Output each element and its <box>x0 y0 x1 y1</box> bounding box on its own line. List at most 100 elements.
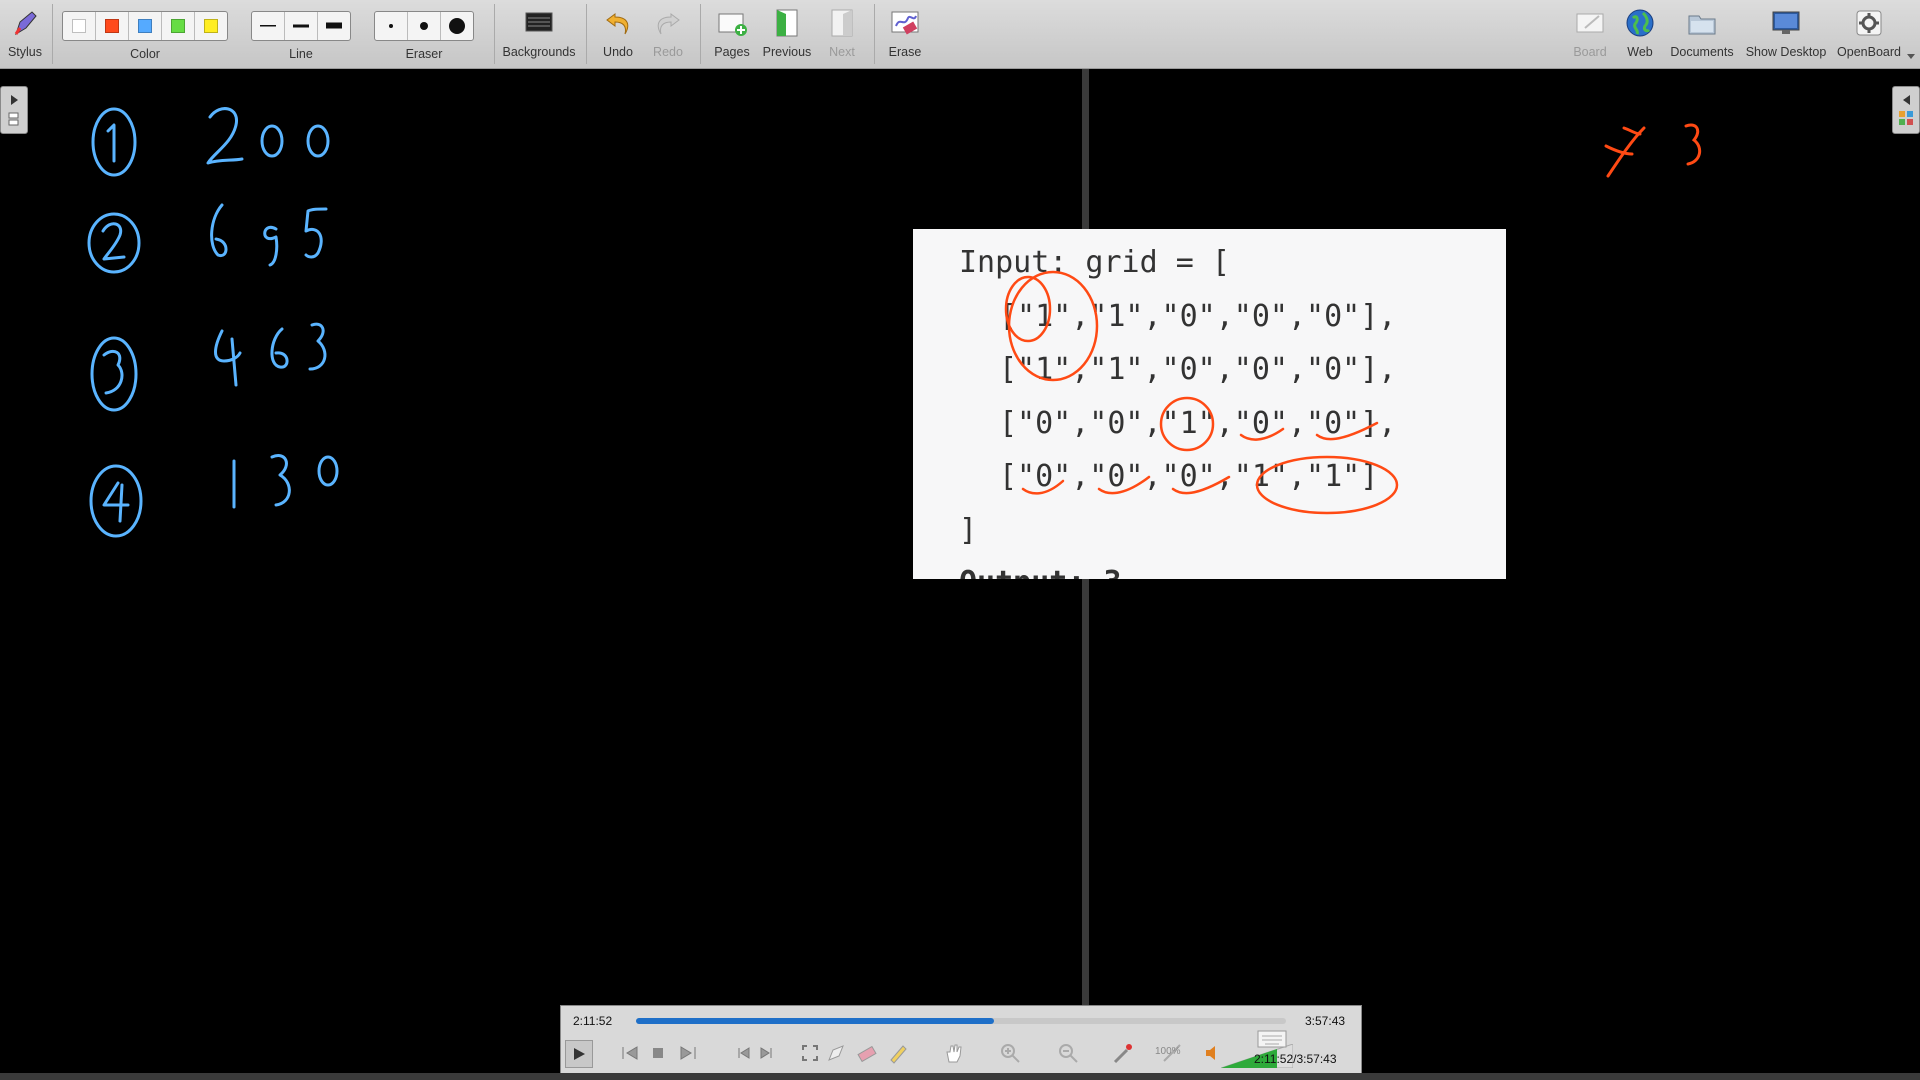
skip-back-icon <box>622 1046 638 1060</box>
ink-6 <box>210 203 228 258</box>
ink-6b <box>270 327 289 369</box>
keyboard-button[interactable] <box>1257 1030 1287 1048</box>
hand-icon <box>946 1044 962 1063</box>
digit-1-ink <box>106 123 116 163</box>
previous-page-icon <box>772 8 802 38</box>
ink-3b <box>270 454 291 507</box>
tick-zero-3 <box>1021 479 1065 495</box>
separator <box>494 4 495 64</box>
redo-icon <box>653 8 683 38</box>
line-thick-button[interactable] <box>318 12 350 40</box>
separator <box>52 4 53 64</box>
pages-button[interactable]: Pages <box>712 0 752 68</box>
swatch-green <box>171 19 185 33</box>
backgrounds-icon <box>524 8 554 38</box>
expand-left-icon <box>1899 95 1913 125</box>
highlighter-icon <box>890 1045 907 1064</box>
separator <box>874 4 875 64</box>
highlighter-tool-button[interactable] <box>885 1040 911 1066</box>
zoom-level: 100% <box>1155 1046 1181 1057</box>
zoom-out-icon <box>1059 1044 1078 1063</box>
swatch-white <box>72 19 86 33</box>
play-button[interactable] <box>565 1040 593 1068</box>
add-page-icon <box>717 8 747 38</box>
web-button[interactable]: Web <box>1620 0 1660 68</box>
play-icon <box>574 1048 585 1060</box>
elapsed-time: 2:11:52 <box>573 1014 613 1028</box>
eraser-label: Eraser <box>405 47 443 61</box>
erase-button[interactable]: Erase <box>884 0 926 68</box>
undo-button[interactable]: Undo <box>598 0 638 68</box>
tick-zero-2 <box>1315 421 1379 441</box>
color-blue-swatch[interactable] <box>129 12 162 40</box>
circled-number-4 <box>89 464 143 538</box>
hand-tool-button[interactable] <box>941 1040 967 1066</box>
circle-island-1 <box>1007 270 1099 382</box>
line-medium-button[interactable] <box>285 12 318 40</box>
frame-step-icon <box>738 1047 772 1059</box>
color-orange-swatch[interactable] <box>96 12 129 40</box>
stop-button[interactable] <box>645 1040 671 1066</box>
swatch-blue <box>138 19 152 33</box>
eraser-tool-icon <box>857 1045 877 1063</box>
previous-button[interactable]: Previous <box>760 0 814 68</box>
eraser-small-button[interactable] <box>375 12 408 40</box>
swatch-orange <box>105 19 119 33</box>
board-button[interactable]: Board <box>1568 0 1612 68</box>
zoom-in-icon <box>1001 1044 1020 1063</box>
eraser-medium-button[interactable] <box>408 12 441 40</box>
zoom-out-button[interactable] <box>1055 1040 1081 1066</box>
keyboard-icon <box>1257 1030 1287 1048</box>
tick-zero-1 <box>1239 427 1285 441</box>
skip-forward-button[interactable] <box>675 1040 701 1066</box>
tick-zero-4 <box>1097 475 1151 495</box>
openboard-button[interactable]: OpenBoard <box>1834 0 1904 68</box>
next-button[interactable]: Next <box>822 0 862 68</box>
bottom-edge-bar <box>0 1073 1920 1080</box>
progress-track[interactable] <box>636 1018 1286 1024</box>
color-palette <box>62 11 228 41</box>
line-thin-button[interactable] <box>252 12 285 40</box>
progress-fill <box>636 1018 994 1024</box>
ink-3-orange <box>1684 123 1702 166</box>
skip-back-button[interactable] <box>617 1040 643 1066</box>
zoom-in-button[interactable] <box>997 1040 1023 1066</box>
openboard-settings-icon <box>1854 8 1884 38</box>
pasted-code-image[interactable]: Input: grid = [ ["1","1","0","0","0"], [… <box>913 229 1506 579</box>
digit-4-ink <box>102 481 130 523</box>
stop-icon <box>653 1048 663 1058</box>
color-yellow-swatch[interactable] <box>195 12 227 40</box>
redo-button[interactable]: Redo <box>648 0 688 68</box>
line-label: Line <box>289 47 313 61</box>
next-page-icon <box>827 8 857 38</box>
pen-tool-button[interactable] <box>823 1040 849 1066</box>
show-desktop-button[interactable]: Show Desktop <box>1741 0 1831 68</box>
position-readout: 2:11:52/3:57:43 <box>1254 1052 1337 1066</box>
ink-5 <box>304 207 328 259</box>
right-library-panel-tab[interactable] <box>1892 86 1920 134</box>
fullscreen-button[interactable] <box>797 1040 823 1066</box>
media-player: 2:11:52 3:57:43 100% 2:11:52/3:57:43 <box>560 1005 1362 1075</box>
stylus-icon <box>10 8 40 38</box>
eraser-large-button[interactable] <box>441 12 473 40</box>
backgrounds-button[interactable]: Backgrounds <box>500 0 578 68</box>
documents-button[interactable]: Documents <box>1667 0 1737 68</box>
folder-icon <box>1687 8 1717 38</box>
separator <box>586 4 587 64</box>
circle-first-one <box>1004 275 1052 343</box>
frame-step-button[interactable] <box>731 1040 779 1066</box>
ink-x-mark <box>1604 126 1646 178</box>
stylus-button[interactable]: Stylus <box>4 0 46 68</box>
color-white-swatch[interactable] <box>63 12 96 40</box>
board-icon <box>1575 8 1605 38</box>
swatch-yellow <box>204 19 218 33</box>
ink-4 <box>214 329 242 387</box>
skip-forward-icon <box>680 1046 696 1060</box>
color-label: Color <box>130 47 160 61</box>
openboard-menu-arrow-icon[interactable] <box>1906 52 1916 60</box>
color-green-swatch[interactable] <box>162 12 195 40</box>
laser-pointer-button[interactable] <box>1109 1040 1135 1066</box>
ink-0-c <box>317 455 339 487</box>
ink-9 <box>263 225 279 267</box>
eraser-tool-button[interactable] <box>853 1040 879 1066</box>
